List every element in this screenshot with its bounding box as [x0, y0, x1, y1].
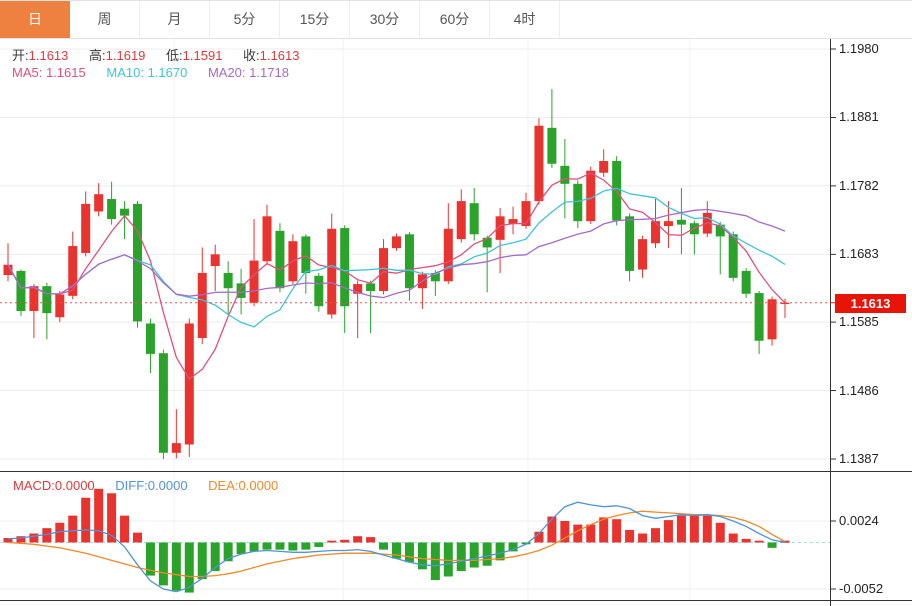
tab-30min[interactable]: 30分 [350, 1, 420, 38]
dea-readout: DEA:0.0000 [208, 478, 278, 493]
macd-axis-tick: 0.0024 [839, 513, 879, 529]
tab-week[interactable]: 周 [70, 1, 140, 38]
ohlc-close: 收:1.1613 [243, 48, 299, 63]
price-axis-tick: 1.1980 [839, 41, 879, 57]
price-axis-tick: 1.1881 [839, 109, 879, 125]
macd-readout: MACD:0.0000 [13, 478, 95, 493]
ohlc-open: 开:1.1613 [12, 48, 68, 63]
tab-4hour[interactable]: 4时 [490, 1, 560, 38]
price-axis-tick: 1.1387 [839, 451, 879, 467]
tab-60min[interactable]: 60分 [420, 1, 490, 38]
chart-stage: 开:1.1613 高:1.1619 低:1.1591 收:1.1613 MA5:… [0, 39, 912, 606]
macd-axis-tick: -0.0052 [839, 581, 883, 597]
ma20-readout: MA20: 1.1718 [208, 65, 289, 80]
price-axis-tick: 1.1486 [839, 383, 879, 399]
current-price-tag: 1.1613 [835, 294, 906, 313]
ohlc-low: 低:1.1591 [166, 48, 222, 63]
ma10-readout: MA10: 1.1670 [106, 65, 187, 80]
ohlc-high: 高:1.1619 [89, 48, 145, 63]
tab-day[interactable]: 日 [0, 1, 70, 38]
macd-legend: MACD:0.0000 DIFF:0.0000 DEA:0.0000 [13, 478, 295, 493]
ohlc-legend: 开:1.1613 高:1.1619 低:1.1591 收:1.1613 [12, 45, 316, 64]
period-tabbar: 日 周 月 5分 15分 30分 60分 4时 [0, 1, 912, 39]
tab-15min[interactable]: 15分 [280, 1, 350, 38]
price-axis-tick: 1.1683 [839, 246, 879, 262]
diff-readout: DIFF:0.0000 [115, 478, 187, 493]
tab-month[interactable]: 月 [140, 1, 210, 38]
price-axis-tick: 1.1782 [839, 178, 879, 194]
main-candlestick-chart[interactable] [0, 39, 912, 472]
chart-widget: 日 周 月 5分 15分 30分 60分 4时 开:1.1613 高:1.161… [0, 0, 912, 605]
ma5-readout: MA5: 1.1615 [12, 65, 86, 80]
tab-5min[interactable]: 5分 [210, 1, 280, 38]
ma-legend: MA5: 1.1615 MA10: 1.1670 MA20: 1.1718 [12, 65, 306, 80]
price-axis-tick: 1.1585 [839, 314, 879, 330]
